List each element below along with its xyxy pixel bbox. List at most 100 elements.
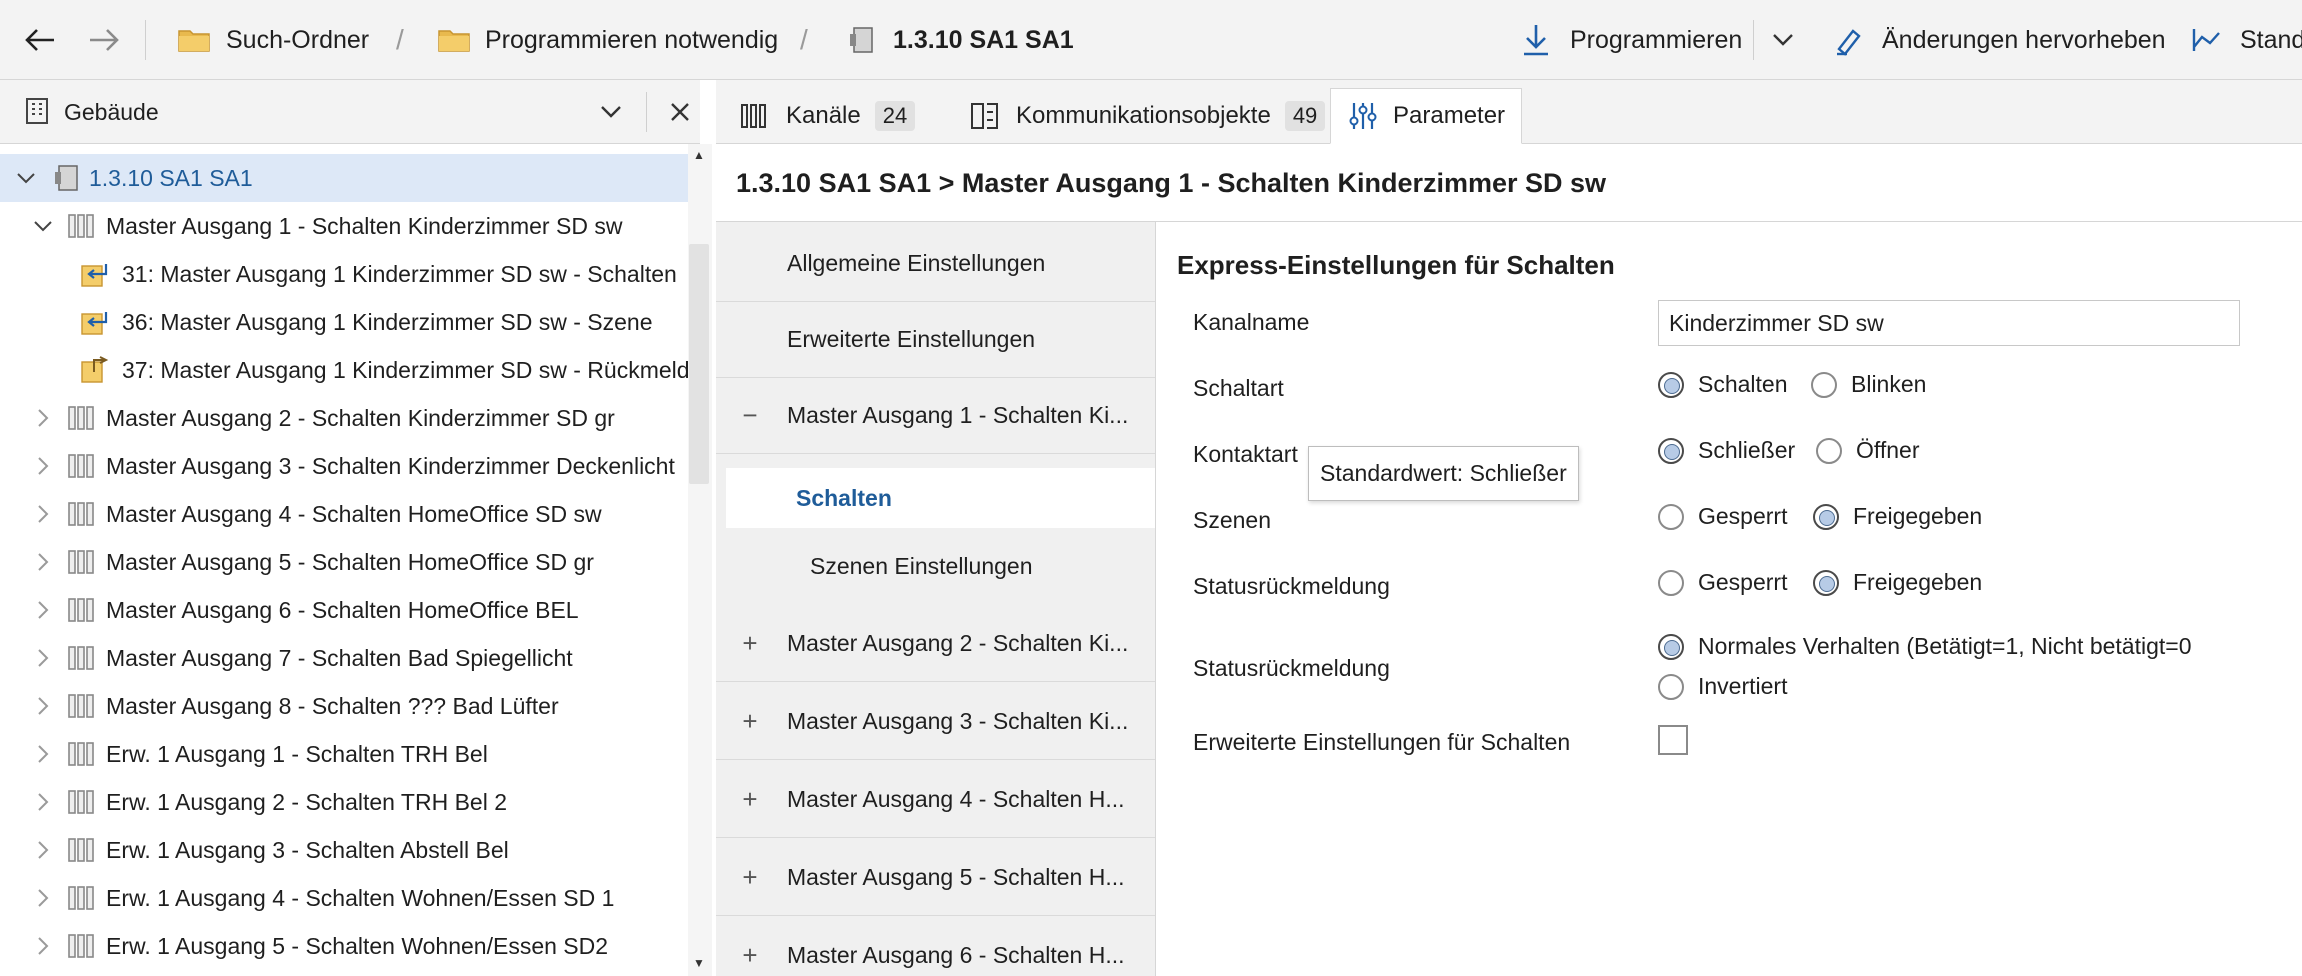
tree-item-label: 31: Master Ausgang 1 Kinderzimmer SD sw … [122,260,677,287]
highlight-changes-button[interactable]: Änderungen hervorheben [1882,0,2166,80]
radio-selected[interactable] [1658,633,1684,660]
radio-selected[interactable] [1658,437,1684,464]
schaltart-option-blinken[interactable]: Blinken [1811,371,1926,398]
radio-unselected[interactable] [1658,569,1684,596]
tree-item-label: Master Ausgang 7 - Schalten Bad Spiegell… [106,644,573,671]
device-icon [52,163,82,193]
breadcrumb-device[interactable]: 1.3.10 SA1 SA1 [893,0,1074,80]
status-option-invertiert[interactable]: Invertiert [1658,673,1787,700]
tree-item-channel[interactable]: Master Ausgang 8 - Schalten ??? Bad Lüft… [0,682,688,730]
expand-icon[interactable]: + [740,784,760,815]
tab-channels[interactable]: Kanäle 24 [740,88,916,144]
chevron-right-icon[interactable] [33,504,53,524]
chevron-right-icon[interactable] [33,888,53,908]
highlighter-icon[interactable] [1832,22,1868,58]
radio-unselected[interactable] [1811,371,1837,398]
scrollbar-thumb[interactable] [689,244,709,484]
expand-icon[interactable]: + [740,706,760,737]
kontaktart-option-oeffner[interactable]: Öffner [1816,437,1920,464]
collapse-icon[interactable]: − [740,400,760,431]
tree-item-channel[interactable]: Erw. 1 Ausgang 1 - Schalten TRH Bel [0,730,688,778]
szenen-option-freigegeben[interactable]: Freigegeben [1813,503,1982,530]
status-option-freigegeben[interactable]: Freigegeben [1813,569,1982,596]
chevron-down-icon[interactable] [33,216,53,236]
view-selector-label[interactable]: Gebäude [64,80,159,144]
tree-item-group-object[interactable]: 36: Master Ausgang 1 Kinderzimmer SD sw … [0,298,688,346]
channel-icon [66,547,96,577]
nav-item[interactable]: Erweiterte Einstellungen [716,302,1155,378]
tree-item-channel[interactable]: Erw. 1 Ausgang 3 - Schalten Abstell Bel [0,826,688,874]
chevron-down-icon[interactable] [16,168,36,188]
nav-item-label: Master Ausgang 4 - Schalten H... [787,786,1125,812]
breadcrumb-programming-needed[interactable]: Programmieren notwendig [485,0,778,80]
radio-selected[interactable] [1658,371,1684,398]
nav-item[interactable]: + Master Ausgang 6 - Schalten H... [716,918,1155,976]
chevron-down-icon[interactable] [596,98,626,126]
expand-icon[interactable]: + [740,862,760,893]
tree-item-group-object[interactable]: 31: Master Ausgang 1 Kinderzimmer SD sw … [0,250,688,298]
tree-item-channel[interactable]: Master Ausgang 2 - Schalten Kinderzimmer… [0,394,688,442]
chevron-right-icon[interactable] [33,792,53,812]
tree-item-channel[interactable]: Master Ausgang 3 - Schalten Kinderzimmer… [0,442,688,490]
expand-icon[interactable]: + [740,628,760,659]
reset-default-icon[interactable] [2188,22,2224,58]
szenen-option-gesperrt[interactable]: Gesperrt [1658,503,1787,530]
nav-item[interactable]: − Master Ausgang 1 - Schalten Ki... [716,378,1155,454]
schaltart-option-schalten[interactable]: Schalten [1658,371,1788,398]
radio-selected[interactable] [1813,569,1839,596]
radio-unselected[interactable] [1658,673,1684,700]
chevron-right-icon[interactable] [33,840,53,860]
erweiterte-einstellungen-checkbox[interactable] [1658,725,1688,755]
standard-button[interactable]: Standa [2240,0,2302,80]
nav-item[interactable]: + Master Ausgang 3 - Schalten Ki... [716,684,1155,760]
scroll-up-icon[interactable]: ▲ [693,148,705,162]
scroll-down-icon[interactable]: ▼ [693,956,705,970]
kontaktart-option-schliesser[interactable]: Schließer [1658,437,1795,464]
chevron-down-icon[interactable] [1768,26,1798,54]
radio-unselected[interactable] [1816,437,1842,464]
chevron-right-icon[interactable] [33,456,53,476]
channel-icon [66,211,96,241]
breadcrumb-search-folder[interactable]: Such-Ordner [226,0,369,80]
nav-item[interactable]: + Master Ausgang 2 - Schalten Ki... [716,606,1155,682]
nav-item[interactable]: Allgemeine Einstellungen [716,226,1155,302]
chevron-right-icon[interactable] [33,744,53,764]
status-option-gesperrt[interactable]: Gesperrt [1658,569,1787,596]
tab-communication-objects[interactable]: Kommunikationsobjekte 49 [970,88,1326,144]
tree-item-label: Erw. 1 Ausgang 3 - Schalten Abstell Bel [106,836,509,863]
tree-scrollbar[interactable]: ▲ ▼ [688,144,712,976]
status-option-normal[interactable]: Normales Verhalten (Betätigt=1, Nicht be… [1658,633,2218,660]
tree-item-channel[interactable]: Master Ausgang 4 - Schalten HomeOffice S… [0,490,688,538]
program-button[interactable]: Programmieren [1570,0,1742,80]
tree-item-channel[interactable]: Master Ausgang 1 - Schalten Kinderzimmer… [0,202,688,250]
kanalname-input[interactable] [1658,300,2240,346]
schaltart-label: Schaltart [1193,375,1284,401]
chevron-right-icon[interactable] [33,936,53,956]
download-icon[interactable] [1518,22,1554,58]
close-icon[interactable] [666,98,694,126]
nav-item[interactable]: + Master Ausgang 4 - Schalten H... [716,762,1155,838]
expand-icon[interactable]: + [740,940,760,971]
chevron-right-icon[interactable] [33,600,53,620]
tree-item-device[interactable]: 1.3.10 SA1 SA1 [0,154,688,202]
nav-sub-item[interactable]: Szenen Einstellungen [726,536,1155,596]
tree-item-group-object[interactable]: 37: Master Ausgang 1 Kinderzimmer SD sw … [0,346,688,394]
tree-item-channel[interactable]: Master Ausgang 5 - Schalten HomeOffice S… [0,538,688,586]
chevron-right-icon[interactable] [33,408,53,428]
nav-item[interactable]: + Master Ausgang 5 - Schalten H... [716,840,1155,916]
arrow-left-icon[interactable] [22,24,58,56]
chevron-right-icon[interactable] [33,552,53,572]
tree-item-channel[interactable]: Master Ausgang 6 - Schalten HomeOffice B… [0,586,688,634]
group-object-out-icon [80,355,110,385]
radio-selected[interactable] [1813,503,1839,530]
tree-item-channel[interactable]: Master Ausgang 7 - Schalten Bad Spiegell… [0,634,688,682]
chevron-right-icon[interactable] [33,648,53,668]
tree-item-channel[interactable]: Erw. 1 Ausgang 2 - Schalten TRH Bel 2 [0,778,688,826]
chevron-right-icon[interactable] [33,696,53,716]
arrow-right-icon[interactable] [86,24,122,56]
tree-item-channel[interactable]: Erw. 1 Ausgang 4 - Schalten Wohnen/Essen… [0,874,688,922]
tab-parameter[interactable]: Parameter [1330,88,1522,144]
radio-unselected[interactable] [1658,503,1684,530]
nav-sub-item[interactable]: Schalten [726,468,1155,528]
tree-item-channel[interactable]: Erw. 1 Ausgang 5 - Schalten Wohnen/Essen… [0,922,688,970]
